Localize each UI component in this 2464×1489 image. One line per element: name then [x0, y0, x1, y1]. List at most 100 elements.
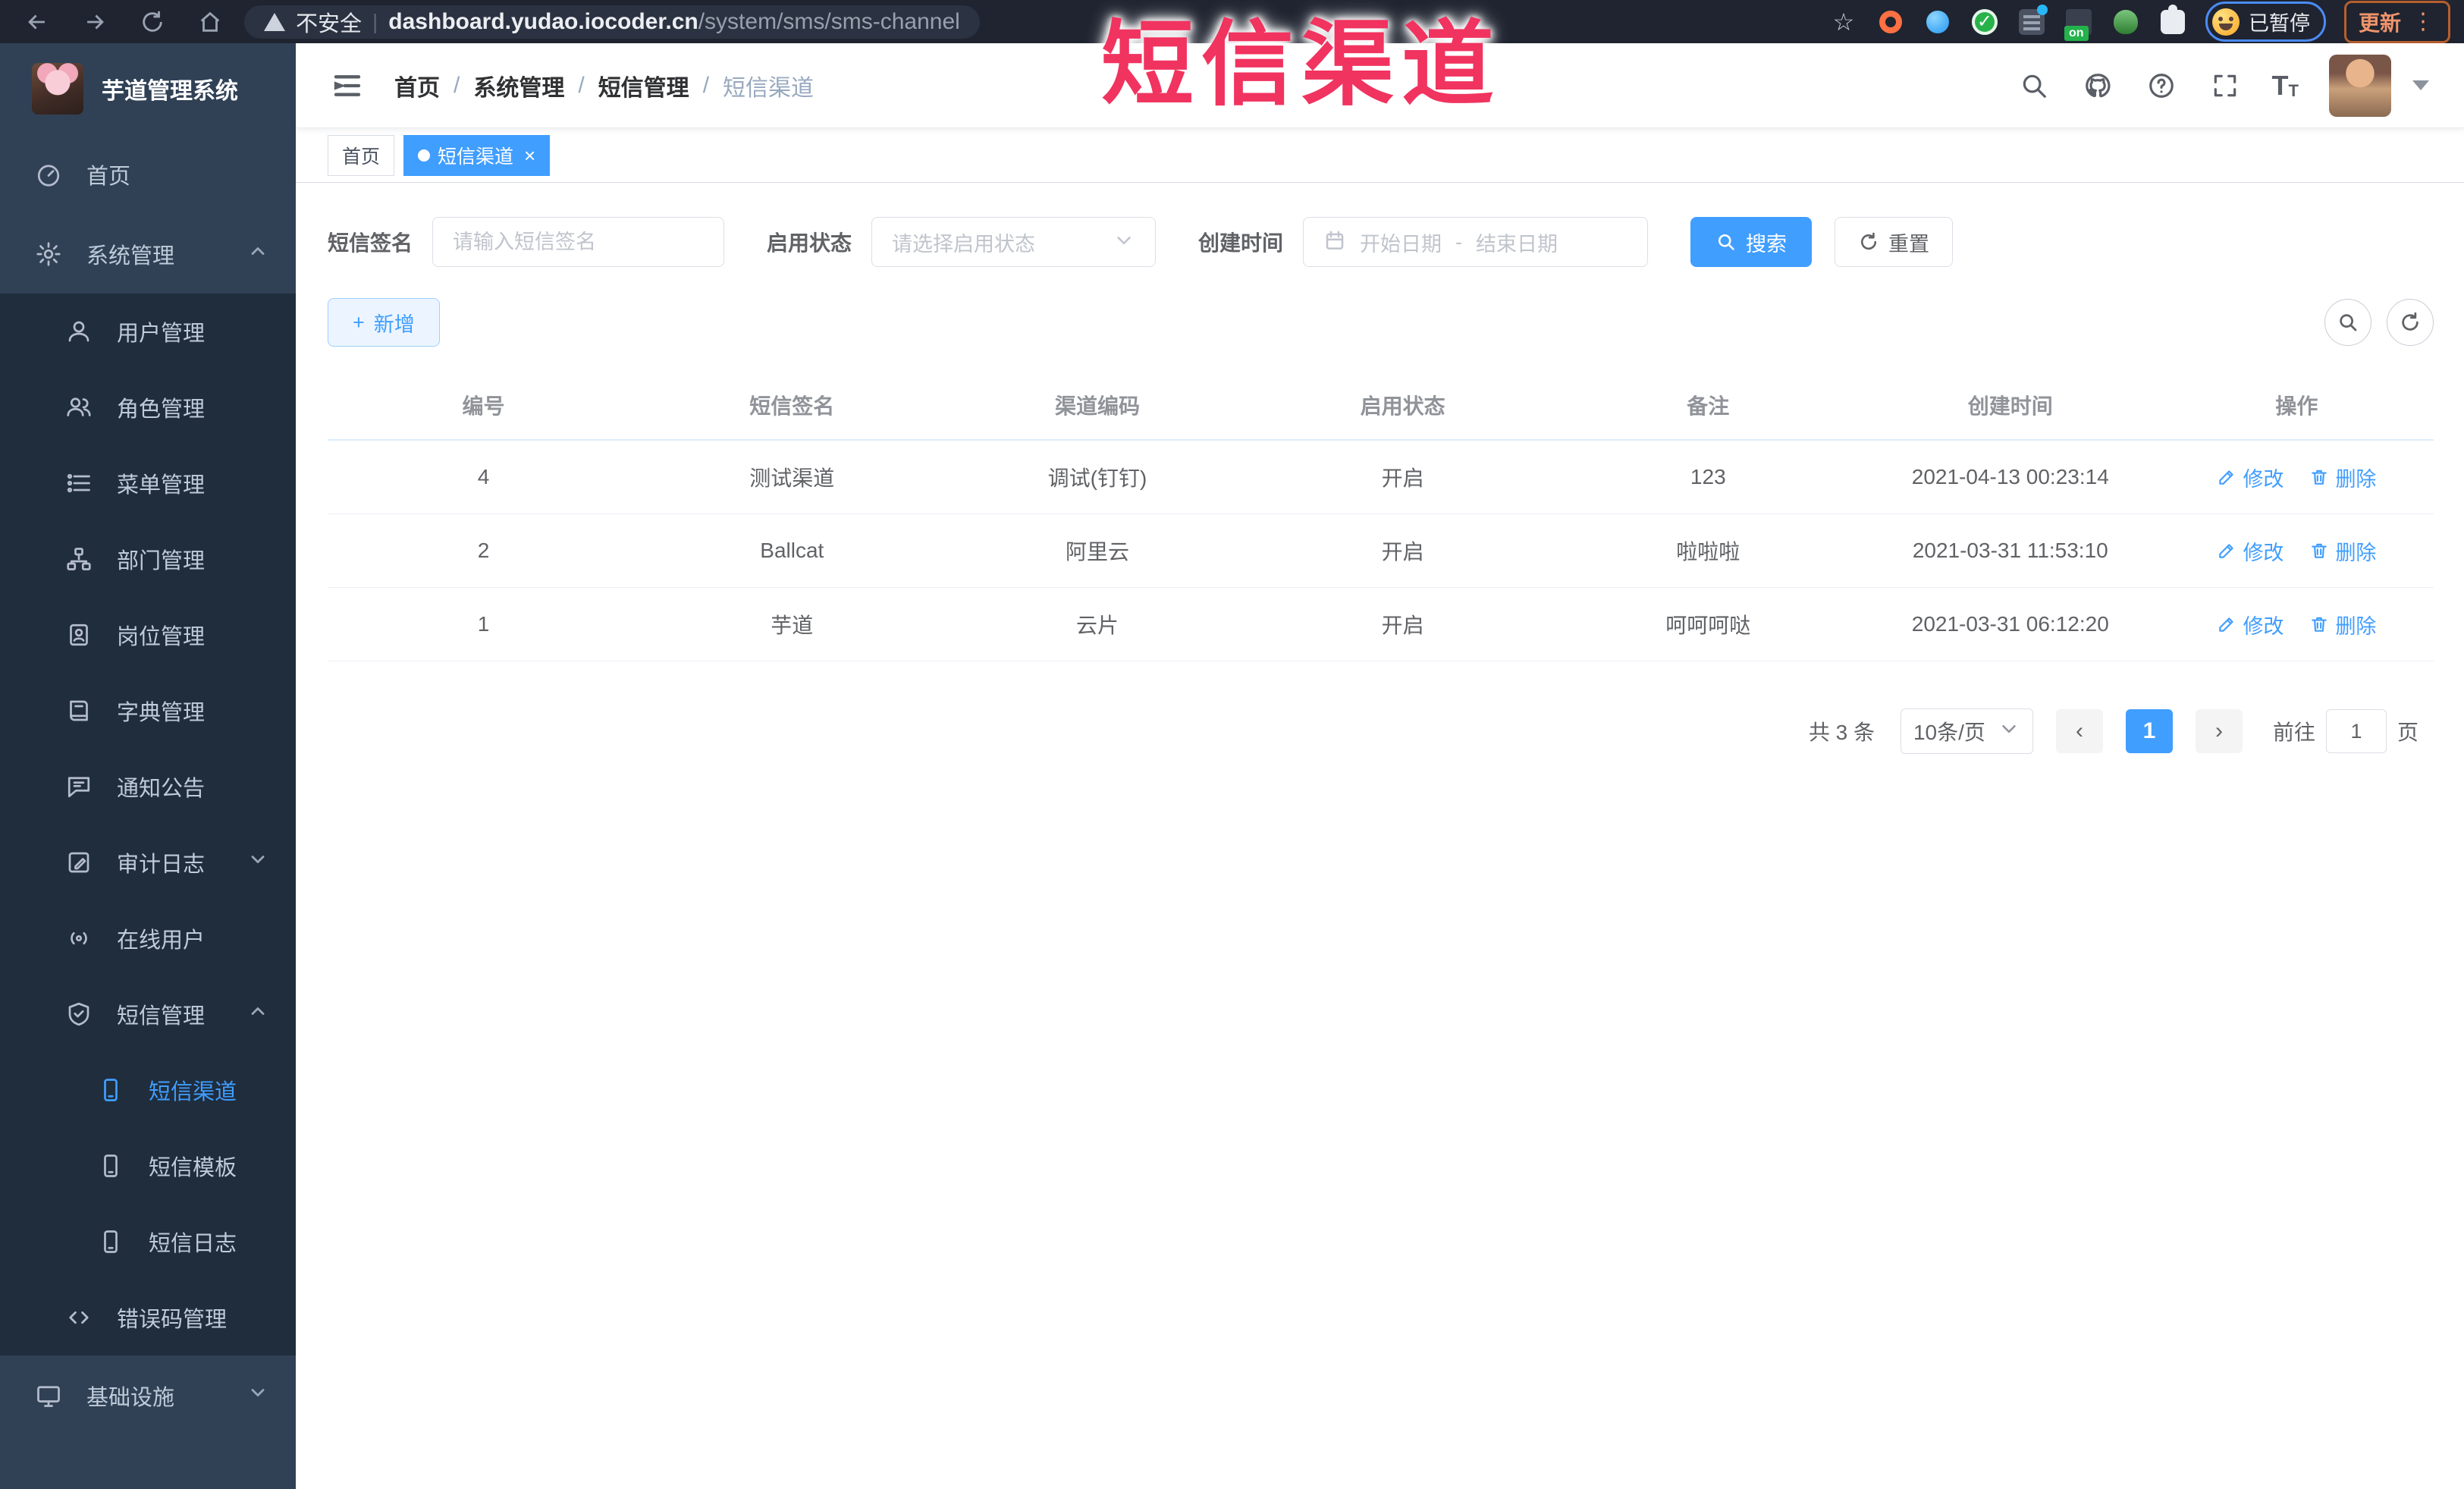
back-button[interactable] [14, 5, 61, 39]
sign-label: 短信签名 [328, 231, 413, 255]
fullscreen-icon[interactable] [2208, 69, 2242, 102]
table-row[interactable]: 4 测试渠道 调试(钉钉) 开启 123 2021-04-13 00:23:14… [328, 441, 2434, 514]
sidebar-item-announcements[interactable]: 通知公告 [0, 749, 296, 825]
font-size-icon[interactable]: TT [2272, 71, 2299, 99]
forward-button[interactable] [71, 5, 118, 39]
security-label[interactable]: 不安全 [296, 6, 362, 38]
plus-icon: + [353, 310, 365, 334]
date-separator: - [1455, 230, 1463, 253]
bookmark-star-icon[interactable]: ☆ [1829, 8, 1858, 36]
header-actions: TT [2017, 54, 2429, 117]
caret-down-icon[interactable] [2412, 80, 2429, 90]
edit-link[interactable]: 修改 [2217, 610, 2284, 639]
sidebar-item-sms-channel[interactable]: 短信渠道 [0, 1052, 296, 1128]
date-end[interactable]: 结束日期 [1476, 228, 1558, 257]
sidebar-item-label: 岗位管理 [117, 625, 206, 649]
cell-created: 2021-03-31 06:12:20 [1911, 612, 2109, 636]
col-header-actions: 操作 [2275, 394, 2318, 418]
sidebar-item-label: 短信管理 [117, 1004, 206, 1029]
cell-code: 阿里云 [1065, 540, 1129, 564]
sidebar-item-posts[interactable]: 岗位管理 [0, 597, 296, 673]
reload-button[interactable] [129, 5, 176, 39]
reset-button[interactable]: 重置 [1835, 217, 1954, 267]
github-icon[interactable] [2081, 69, 2114, 102]
update-chip[interactable]: 更新 ⋮ [2343, 0, 2450, 43]
col-header-status: 启用状态 [1360, 394, 1445, 418]
sidebar-item-label: 首页 [86, 164, 131, 189]
extension-drop-icon[interactable] [1923, 8, 1952, 36]
sidebar-bottom-zone: 基础设施 [0, 1355, 296, 1489]
delete-link[interactable]: 删除 [2309, 536, 2376, 566]
url-text[interactable]: dashboard.yudao.iocoder.cn/system/sms/sm… [388, 9, 960, 35]
sidebar-item-label: 菜单管理 [117, 473, 206, 498]
sidebar-logo[interactable]: 芋道管理系统 [0, 43, 296, 134]
sidebar-item-online-users[interactable]: 在线用户 [0, 900, 296, 976]
sidebar-item-label: 基础设施 [86, 1385, 175, 1410]
home-button[interactable] [187, 5, 234, 39]
date-start[interactable]: 开始日期 [1360, 228, 1442, 257]
status-select[interactable]: 请选择启用状态 [871, 217, 1157, 267]
browser-menu-icon[interactable]: ⋮ [2412, 8, 2436, 35]
edit-link[interactable]: 修改 [2217, 536, 2284, 566]
chevron-up-icon [247, 1001, 268, 1028]
update-label: 更新 [2358, 11, 2401, 35]
extension-donut-icon[interactable] [1876, 8, 1905, 36]
sidebar-item-dictionary[interactable]: 字典管理 [0, 673, 296, 749]
profile-paused-chip[interactable]: 已暂停 [2205, 2, 2326, 42]
tag-home[interactable]: 首页 [328, 134, 395, 176]
prev-page-button[interactable]: ‹ [2055, 709, 2103, 753]
extension-on-badge-icon[interactable]: on [2064, 8, 2093, 41]
extension-sliders-icon[interactable] [2017, 4, 2048, 36]
table-row[interactable]: 2 Ballcat 阿里云 开启 啦啦啦 2021-03-31 11:53:10… [328, 514, 2434, 588]
breadcrumb: 首页 / 系统管理 / 短信管理 / 短信渠道 [394, 69, 814, 102]
sidebar-item-label: 短信渠道 [149, 1080, 237, 1104]
cell-status: 开启 [1381, 466, 1424, 490]
avatar[interactable] [2329, 54, 2391, 117]
search-button[interactable]: 搜索 [1690, 217, 1813, 267]
page-button-1[interactable]: 1 [2125, 709, 2173, 753]
sidebar-item-sms-log[interactable]: 短信日志 [0, 1204, 296, 1280]
sidebar-item-system[interactable]: 系统管理 [0, 214, 296, 294]
page-size-select[interactable]: 10条/页 [1900, 708, 2033, 754]
sidebar-item-audit-log[interactable]: 审计日志 [0, 825, 296, 900]
breadcrumb-sms[interactable]: 短信管理 [598, 69, 689, 102]
search-icon[interactable] [2017, 69, 2051, 102]
sidebar-item-error-codes[interactable]: 错误码管理 [0, 1280, 296, 1355]
delete-link[interactable]: 删除 [2309, 463, 2376, 492]
online-signal-icon [64, 923, 94, 953]
announcement-icon [64, 771, 94, 802]
monitor-icon [33, 1381, 64, 1411]
cell-no: 4 [477, 465, 490, 488]
add-button[interactable]: + 新增 [328, 298, 440, 347]
breadcrumb-home[interactable]: 首页 [394, 69, 440, 102]
sidebar-item-menus[interactable]: 菜单管理 [0, 445, 296, 521]
sidebar-item-users[interactable]: 用户管理 [0, 294, 296, 369]
phone-icon [96, 1151, 126, 1181]
next-page-button[interactable]: › [2195, 709, 2243, 753]
breadcrumb-system[interactable]: 系统管理 [473, 69, 564, 102]
delete-link[interactable]: 删除 [2309, 610, 2376, 639]
extensions-puzzle-icon[interactable] [2158, 4, 2187, 36]
hamburger-icon[interactable] [331, 69, 364, 102]
toggle-search-button[interactable] [2324, 299, 2371, 346]
date-range-picker[interactable]: 开始日期 - 结束日期 [1303, 217, 1649, 267]
help-icon[interactable] [2145, 69, 2178, 102]
edit-link[interactable]: 修改 [2217, 463, 2284, 492]
sidebar-item-departments[interactable]: 部门管理 [0, 521, 296, 597]
sidebar-item-infrastructure[interactable]: 基础设施 [0, 1355, 296, 1435]
close-icon[interactable]: × [524, 146, 535, 165]
goto-page-input[interactable] [2325, 709, 2387, 753]
sidebar-item-roles[interactable]: 角色管理 [0, 369, 296, 445]
tag-sms-channel[interactable]: 短信渠道 × [403, 134, 551, 176]
refresh-button[interactable] [2387, 299, 2434, 346]
sidebar-item-sms-management[interactable]: 短信管理 [0, 976, 296, 1052]
address-bar[interactable]: 不安全 | dashboard.yudao.iocoder.cn/system/… [244, 5, 980, 39]
extension-plant-icon[interactable] [2111, 8, 2140, 36]
extension-check-icon[interactable]: ✓ [1970, 8, 1999, 36]
table-row[interactable]: 1 芋道 云片 开启 呵呵呵哒 2021-03-31 06:12:20 修改 删… [328, 588, 2434, 661]
sidebar-item-home[interactable]: 首页 [0, 134, 296, 214]
col-header-code: 渠道编码 [1054, 394, 1140, 418]
cell-created: 2021-03-31 11:53:10 [1912, 539, 2108, 562]
sign-input[interactable] [453, 230, 705, 254]
sidebar-item-sms-template[interactable]: 短信模板 [0, 1128, 296, 1204]
